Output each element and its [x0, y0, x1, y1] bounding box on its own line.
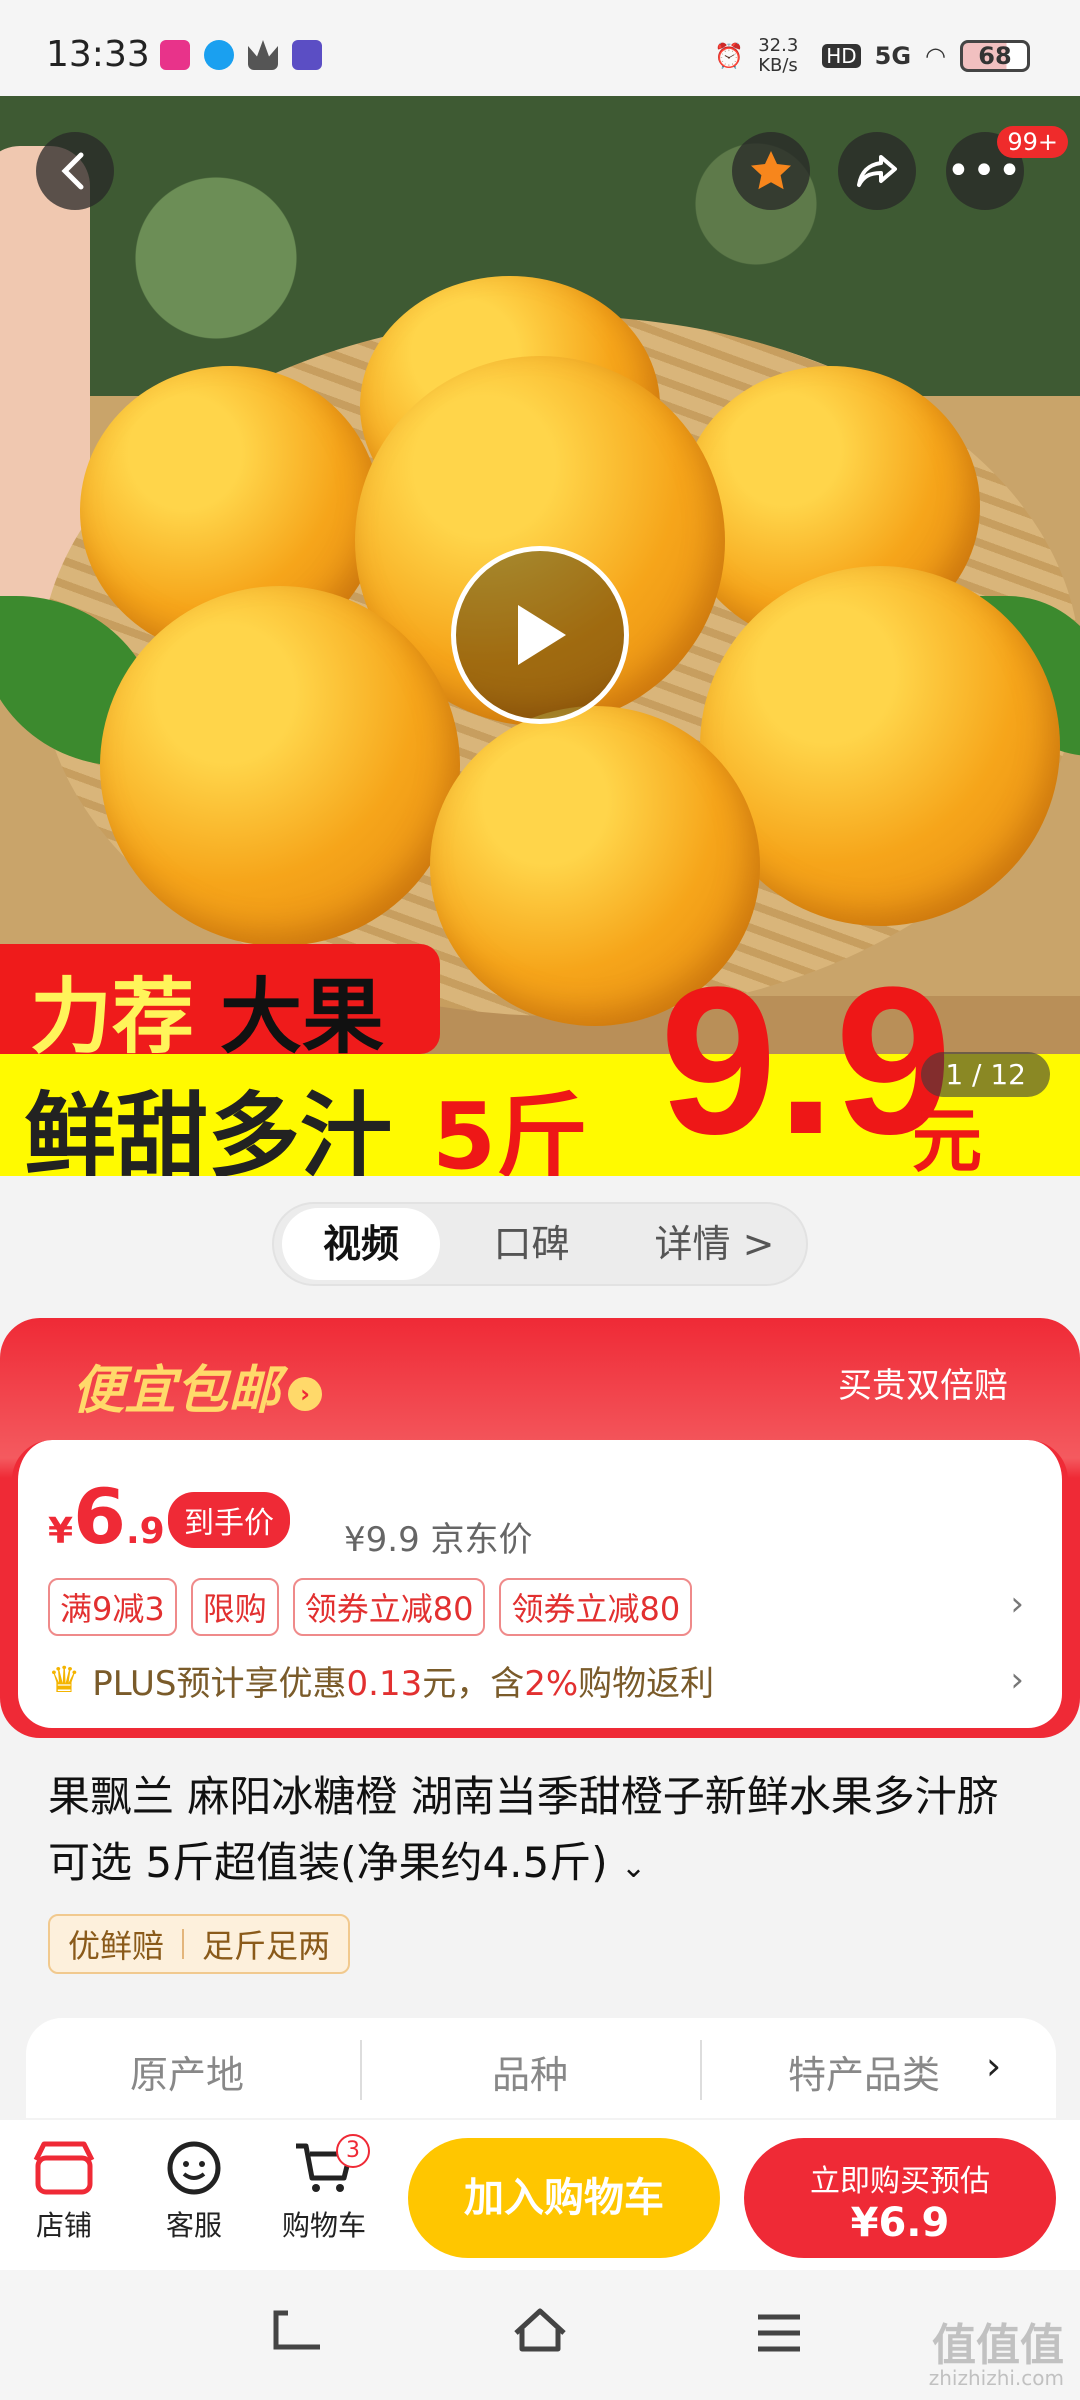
hd-icon: HD: [822, 44, 861, 68]
banner-red-strip: 力荐 大果: [0, 944, 440, 1065]
attribute-variety: 品种: [492, 2053, 569, 2097]
chevron-right-icon[interactable]: ›: [986, 2044, 1001, 2088]
shop-button[interactable]: 店铺: [14, 2138, 114, 2244]
banner-text: 力荐: [30, 970, 195, 1065]
attributes-card[interactable]: 原产地 品种 特产品类 ›: [26, 2018, 1056, 2118]
system-nav-bar: [0, 2270, 1080, 2400]
cart-label: 购物车: [281, 2209, 366, 2242]
share-button[interactable]: [838, 132, 916, 210]
chevron-right-icon: ›: [288, 1377, 323, 1411]
status-bar: 13:33 ⏰ 32.3 KB/s HD 5G ◠ 68: [0, 0, 1080, 96]
nav-menu-icon[interactable]: [754, 2304, 804, 2369]
attribute-origin: 原产地: [130, 2053, 245, 2097]
coupon-tags[interactable]: 满9减3 限购 领券立减80 领券立减80: [48, 1578, 693, 1636]
final-price-tag: 到手价: [168, 1492, 290, 1548]
price-integer: 6: [73, 1472, 126, 1561]
plus-benefit-text: PLUS预计享优惠0.13元，含2%购物返利: [92, 1664, 715, 1704]
banner-price-unit: 元: [911, 1102, 982, 1176]
play-icon: [518, 605, 566, 665]
app-notification-icon: [292, 40, 322, 70]
shop-icon: [14, 2138, 114, 2204]
coupon-tag[interactable]: 满9减3: [48, 1578, 177, 1636]
coupon-chevron-icon[interactable]: ›: [1010, 1584, 1024, 1624]
nav-back-icon[interactable]: [270, 2304, 326, 2369]
banner-text: 大果: [220, 970, 385, 1065]
cart-count-badge: 3: [336, 2134, 370, 2168]
banner-weight: 5斤: [432, 1083, 589, 1176]
divider: [360, 2040, 362, 2100]
divider: [182, 1929, 185, 1959]
tab-video[interactable]: 视频: [282, 1208, 440, 1280]
coupon-tag[interactable]: 领券立减80: [499, 1578, 693, 1636]
watermark-site: zhizhizhi.com: [928, 2366, 1064, 2390]
media-tabs: 视频 口碑 详情 >: [272, 1202, 808, 1286]
plus-benefit-row[interactable]: ♛ PLUS预计享优惠0.13元，含2%购物返利: [48, 1656, 714, 1705]
jd-price: ¥9.9 京东价: [344, 1520, 533, 1560]
tab-details[interactable]: 详情 >: [623, 1208, 806, 1280]
status-time: 13:33: [46, 34, 150, 75]
alarm-icon: ⏰: [714, 42, 745, 70]
orange-image: [100, 586, 460, 946]
share-icon: [857, 155, 897, 187]
nav-home-icon[interactable]: [510, 2304, 570, 2369]
star-icon: [751, 151, 791, 190]
price-currency: ¥: [48, 1511, 74, 1552]
image-counter: 1 / 12: [921, 1052, 1050, 1097]
divider: [700, 2040, 702, 2100]
product-title-text: 果飘兰 麻阳冰糖橙 湖南当季甜橙子新鲜水果多汁脐 可选 5斤超值装(净果约4.5…: [48, 1772, 999, 1887]
crown-icon: [248, 40, 278, 70]
tab-reviews[interactable]: 口碑: [440, 1208, 623, 1280]
coupon-tag[interactable]: 领券立减80: [292, 1578, 486, 1636]
product-image-gallery[interactable]: ••• 99+ 力荐 大果 鲜甜多汁 5斤 9.9 元 1 / 12: [0, 96, 1080, 1176]
buy-now-label: 立即购买预估: [810, 2164, 990, 2199]
banner-price: 9.9 元: [660, 956, 982, 1177]
banner-text: 鲜甜多汁: [24, 1083, 393, 1176]
promo-title[interactable]: 便宜包邮 ›: [72, 1348, 323, 1423]
guarantee-tags[interactable]: 优鲜赔 足斤足两: [48, 1914, 351, 1974]
product-title[interactable]: 果飘兰 麻阳冰糖橙 湖南当季甜橙子新鲜水果多汁脐 可选 5斤超值装(净果约4.5…: [48, 1764, 1008, 1901]
plus-chevron-icon[interactable]: ›: [1010, 1660, 1024, 1700]
add-to-cart-button[interactable]: 加入购物车: [408, 2138, 720, 2258]
wifi-icon: ◠: [925, 42, 946, 70]
plus-crown-icon: ♛: [48, 1660, 81, 1701]
signal-5g-icon: 5G: [874, 42, 912, 70]
promo-right-text[interactable]: 买贵双倍赔: [838, 1358, 1008, 1407]
coupon-tag[interactable]: 限购: [190, 1578, 279, 1636]
promo-title-text: 便宜包邮: [72, 1361, 281, 1421]
back-icon: [61, 152, 84, 190]
final-price: ¥6.9: [48, 1472, 165, 1561]
buy-now-button[interactable]: 立即购买预估 ¥6.9: [744, 2138, 1056, 2258]
price-decimal: .9: [125, 1511, 165, 1552]
cart-icon: 3: [274, 2134, 374, 2204]
cart-button[interactable]: 3 购物车: [274, 2134, 374, 2244]
service-label: 客服: [165, 2209, 222, 2242]
watermark-logo: 值值值: [932, 2320, 1064, 2371]
qq-icon: [204, 40, 234, 70]
status-app-icons: [160, 40, 322, 70]
attribute-category: 特产品类: [788, 2053, 941, 2097]
bottom-action-bar: 店铺 客服 3 购物车 加入购物车 立即购买预估 ¥6.9: [0, 2120, 1080, 2270]
play-video-button[interactable]: [451, 546, 629, 724]
back-button[interactable]: [36, 132, 114, 210]
watermark: 值值值 zhizhizhi.com: [928, 2324, 1064, 2390]
app-notification-icon: [160, 40, 190, 70]
customer-service-icon: [144, 2138, 244, 2204]
message-count-badge: 99+: [997, 126, 1068, 158]
chevron-down-icon[interactable]: ⌄: [621, 1850, 646, 1885]
buy-now-price: ¥6.9: [850, 2200, 950, 2246]
favorite-button[interactable]: [732, 132, 810, 210]
status-right: ⏰ 32.3 KB/s HD 5G ◠ 68: [714, 36, 1030, 76]
guarantee-tag: 足斤足两: [202, 1927, 331, 1965]
service-button[interactable]: 客服: [144, 2138, 244, 2244]
banner-price-value: 9.9: [660, 943, 952, 1176]
shop-label: 店铺: [35, 2209, 92, 2242]
net-speed: 32.3 KB/s: [758, 35, 799, 76]
guarantee-tag: 优鲜赔: [68, 1927, 165, 1965]
battery-icon: 68: [960, 40, 1030, 72]
